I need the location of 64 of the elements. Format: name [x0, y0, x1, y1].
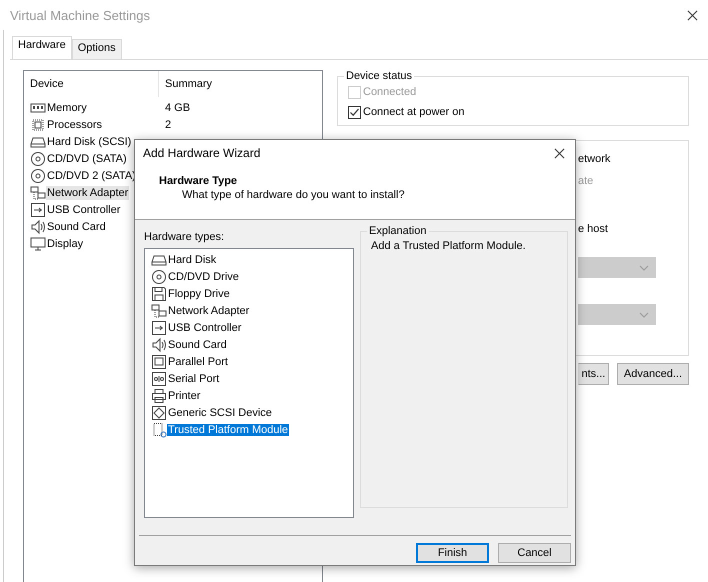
- list-item[interactable]: Sound Card: [167, 338, 228, 350]
- column-header[interactable]: Device: [24, 71, 159, 97]
- disc-icon: [30, 150, 46, 166]
- option-label: e host: [578, 223, 609, 237]
- speaker-icon: [30, 218, 46, 234]
- window-title: Virtual Machine Settings: [10, 8, 150, 22]
- list-item[interactable]: CD/DVD Drive: [167, 270, 240, 282]
- disc-icon: [151, 268, 167, 284]
- list-item[interactable]: Printer: [167, 390, 202, 402]
- device-item[interactable]: Network Adapter: [46, 186, 130, 200]
- close-icon[interactable]: [687, 10, 698, 20]
- close-icon[interactable]: [554, 148, 565, 158]
- option-label: ate: [578, 175, 594, 189]
- table-cell-text: 4 GB: [164, 102, 190, 114]
- printer-icon: [151, 388, 167, 404]
- device-item[interactable]: USB Controller: [46, 202, 122, 216]
- list-item[interactable]: Network Adapter: [167, 304, 250, 316]
- network-icon: [151, 302, 167, 318]
- list-item[interactable]: USB Controller: [167, 322, 242, 334]
- chevron-icon: [639, 312, 649, 318]
- floppy-icon: [151, 286, 167, 302]
- explanation-text: Add a Trusted Platform Module.: [371, 239, 527, 252]
- chip-icon: [151, 422, 167, 438]
- button[interactable]: nts...: [578, 363, 609, 385]
- device-item[interactable]: Sound Card: [46, 220, 107, 234]
- port-icon: [151, 354, 167, 370]
- usb-icon: [151, 320, 167, 336]
- network-icon: [30, 184, 46, 200]
- list-label: Hardware types:: [144, 231, 226, 245]
- tab[interactable]: Options: [72, 39, 122, 59]
- list-item[interactable]: Trusted Platform Module: [167, 424, 290, 436]
- device-item[interactable]: Processors: [46, 118, 104, 132]
- monitor-icon: [30, 236, 46, 252]
- device-item[interactable]: Display: [46, 236, 84, 250]
- heading: Hardware Type: [158, 175, 238, 187]
- speaker-icon: [151, 336, 167, 352]
- chevron-icon: [639, 264, 649, 270]
- checkbox[interactable]: [348, 106, 361, 118]
- option-label: etwork: [578, 153, 612, 167]
- subheading: What type of hardware do you want to install?: [181, 189, 406, 201]
- button[interactable]: Finish: [416, 543, 489, 563]
- device-item[interactable]: CD/DVD (SATA): [46, 152, 128, 166]
- list-item[interactable]: Serial Port: [167, 372, 220, 384]
- list-item[interactable]: Parallel Port: [167, 356, 229, 368]
- chip-icon: [30, 116, 46, 132]
- disc-icon: [30, 168, 46, 184]
- group-title: Device status: [345, 70, 414, 82]
- usb-icon: [30, 202, 46, 218]
- dialog-title: Add Hardware Wizard: [143, 146, 260, 160]
- tab[interactable]: Hardware: [12, 36, 72, 59]
- group-title: Explanation: [368, 225, 428, 237]
- checkbox-label: Connected: [363, 86, 416, 98]
- port-icon: [151, 370, 167, 386]
- list-item[interactable]: Hard Disk: [167, 254, 218, 266]
- device-item[interactable]: Hard Disk (SCSI): [46, 134, 132, 148]
- button[interactable]: Cancel: [498, 543, 571, 563]
- diamond-icon: [151, 404, 167, 420]
- list-item[interactable]: Generic SCSI Device: [167, 406, 273, 418]
- list-item[interactable]: Floppy Drive: [167, 288, 231, 300]
- checkbox-label: Connect at power on: [363, 106, 465, 118]
- table-cell-text: 2: [164, 118, 172, 130]
- button[interactable]: Advanced...: [616, 363, 689, 385]
- device-item[interactable]: Memory: [46, 100, 88, 114]
- column-header[interactable]: Summary: [159, 78, 212, 90]
